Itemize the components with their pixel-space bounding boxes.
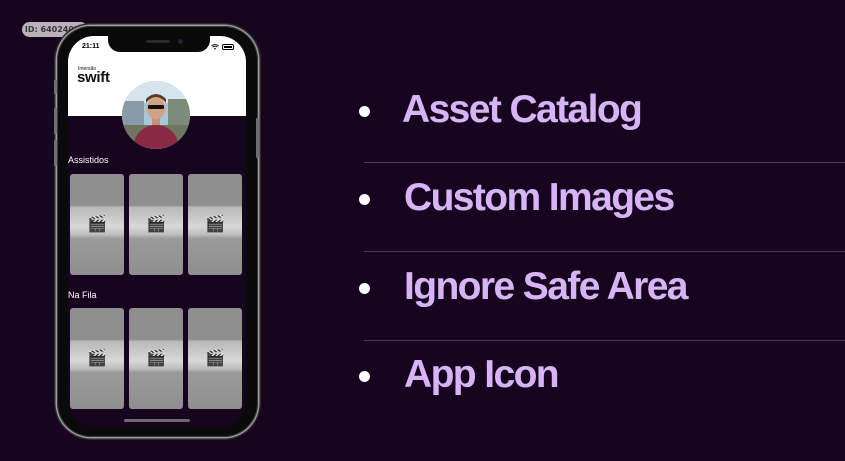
- person-photo-icon: [122, 81, 190, 149]
- battery-icon: [222, 43, 234, 50]
- profile-avatar[interactable]: [122, 81, 190, 149]
- poster-card[interactable]: 🎬: [188, 174, 242, 275]
- topic-asset-catalog: Asset Catalog: [402, 88, 643, 131]
- section-title-assistidos: Assistidos: [68, 155, 109, 165]
- bullet-dot: [359, 106, 370, 117]
- clapper-icon: 🎬: [87, 349, 107, 367]
- poster-card[interactable]: 🎬: [188, 308, 242, 409]
- front-camera: [178, 39, 183, 44]
- section-title-na-fila: Na Fila: [68, 290, 97, 300]
- topic-ignore-safe-area: Ignore Safe Area: [404, 265, 689, 308]
- poster-card[interactable]: 🎬: [70, 308, 124, 409]
- bullet-dot: [359, 283, 370, 294]
- clapper-icon: 🎬: [205, 349, 225, 367]
- speaker-grille: [146, 40, 170, 43]
- power-button: [256, 118, 259, 158]
- clapper-icon: 🎬: [87, 215, 107, 233]
- poster-card[interactable]: 🎬: [129, 174, 183, 275]
- topic-app-icon: App Icon: [404, 353, 560, 396]
- volume-down-button: [54, 140, 57, 166]
- poster-card[interactable]: 🎬: [129, 308, 183, 409]
- topic-custom-images: Custom Images: [404, 176, 675, 219]
- poster-card[interactable]: 🎬: [70, 174, 124, 275]
- clapper-icon: 🎬: [146, 215, 166, 233]
- phone-screen: 21:11 Imersão swift Assistidos 🎬 🎬 🎬 Na …: [68, 36, 246, 427]
- bullet-dot: [359, 194, 370, 205]
- status-time: 21:11: [82, 43, 100, 50]
- divider: [364, 162, 845, 163]
- wifi-icon: [211, 43, 219, 50]
- notch: [108, 36, 210, 52]
- status-icons: [211, 43, 234, 50]
- divider: [364, 340, 845, 341]
- clapper-icon: 🎬: [146, 349, 166, 367]
- home-indicator[interactable]: [124, 419, 190, 422]
- divider: [364, 251, 845, 252]
- volume-up-button: [54, 108, 57, 134]
- clapper-icon: 🎬: [205, 215, 225, 233]
- app-logo: swift: [77, 69, 110, 86]
- bullet-dot: [359, 371, 370, 382]
- mute-switch: [54, 80, 57, 94]
